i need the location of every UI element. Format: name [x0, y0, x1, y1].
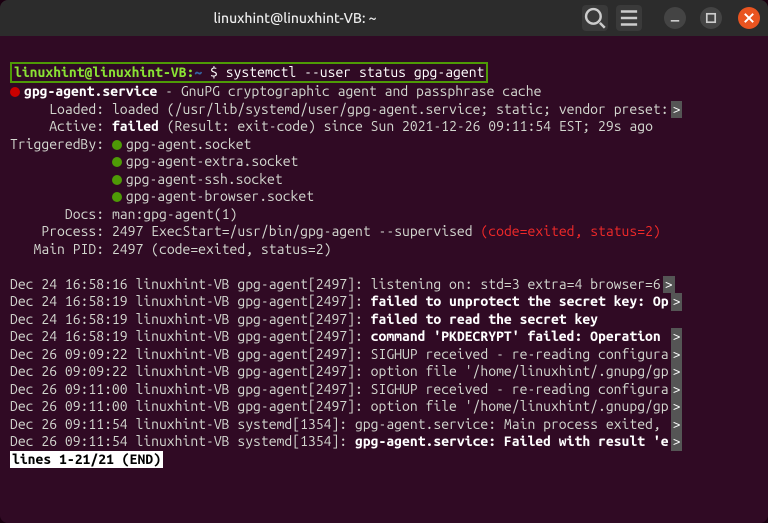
- bullet-icon: [112, 192, 122, 202]
- trigger-item: gpg-agent-extra.socket: [126, 153, 298, 169]
- log-line: Dec 24 16:58:19 linuxhint-VB gpg-agent[2…: [10, 328, 758, 346]
- bullet-icon: [112, 175, 122, 185]
- more-icon: >: [671, 433, 683, 451]
- log-line: Dec 24 16:58:19 linuxhint-VB gpg-agent[2…: [10, 293, 758, 311]
- log-line: Dec 24 16:58:19 linuxhint-VB gpg-agent[2…: [10, 311, 758, 329]
- more-icon: >: [671, 381, 683, 399]
- prompt-line: linuxhint@linuxhint-VB:~ $ systemctl --u…: [10, 62, 488, 84]
- more-icon: >: [671, 346, 683, 364]
- prompt-userhost: linuxhint@linuxhint-VB: [14, 64, 186, 80]
- active-state: failed: [112, 118, 159, 134]
- log-line: Dec 26 09:09:22 linuxhint-VB gpg-agent[2…: [10, 363, 758, 381]
- mainpid-value: 2497 (code=exited, status=2): [112, 241, 332, 257]
- log-line: Dec 26 09:09:22 linuxhint-VB gpg-agent[2…: [10, 346, 758, 364]
- trigger-item: gpg-agent-browser.socket: [126, 188, 314, 204]
- bullet-icon: [112, 157, 122, 167]
- more-icon: >: [671, 293, 683, 311]
- process-fail: (code=exited, status=2): [480, 223, 660, 239]
- menu-button[interactable]: [616, 5, 642, 31]
- status-dot-icon: [10, 87, 20, 97]
- pager-status: lines 1-21/21 (END): [10, 451, 163, 469]
- triggered-label: TriggeredBy:: [10, 136, 104, 152]
- window-title: linuxhint@linuxhint-VB: ~: [213, 10, 376, 26]
- log-line: Dec 26 09:11:00 linuxhint-VB gpg-agent[2…: [10, 398, 758, 416]
- trigger-item: gpg-agent.socket: [126, 136, 251, 152]
- loaded-label: Loaded:: [49, 101, 104, 117]
- typed-command: systemctl --user status gpg-agent: [226, 64, 485, 80]
- docs-value: man:gpg-agent(1): [112, 206, 237, 222]
- terminal-content[interactable]: linuxhint@linuxhint-VB:~ $ systemctl --u…: [0, 36, 768, 523]
- log-line: Dec 26 09:11:00 linuxhint-VB gpg-agent[2…: [10, 381, 758, 399]
- more-icon: >: [671, 101, 683, 119]
- log-line: Dec 26 09:11:54 linuxhint-VB systemd[135…: [10, 416, 758, 434]
- maximize-button[interactable]: [700, 7, 722, 29]
- active-detail: (Result: exit-code) since Sun 2021-12-26…: [167, 118, 653, 134]
- process-label: Process:: [41, 223, 104, 239]
- titlebar: linuxhint@linuxhint-VB: ~: [0, 0, 768, 36]
- log-line: Dec 24 16:58:16 linuxhint-VB gpg-agent[2…: [10, 276, 758, 294]
- docs-label: Docs:: [65, 206, 104, 222]
- terminal-window: linuxhint@linuxhint-VB: ~ linuxhint@linu…: [0, 0, 768, 523]
- unit-name: gpg-agent.service: [24, 83, 157, 99]
- close-button[interactable]: [738, 7, 760, 29]
- more-icon: >: [671, 328, 683, 346]
- mainpid-label: Main PID:: [34, 241, 105, 257]
- log-line: Dec 26 09:11:54 linuxhint-VB systemd[135…: [10, 433, 758, 451]
- process-value: 2497 ExecStart=/usr/bin/gpg-agent --supe…: [112, 223, 473, 239]
- more-icon: >: [663, 276, 675, 294]
- bullet-icon: [112, 140, 122, 150]
- unit-description: GnuPG cryptographic agent and passphrase…: [181, 83, 542, 99]
- trigger-item: gpg-agent-ssh.socket: [126, 171, 283, 187]
- search-button[interactable]: [582, 5, 608, 31]
- log-section: Dec 24 16:58:16 linuxhint-VB gpg-agent[2…: [10, 276, 758, 451]
- minimize-button[interactable]: [664, 7, 686, 29]
- more-icon: >: [671, 416, 683, 434]
- prompt-path: ~: [194, 64, 202, 80]
- active-label: Active:: [49, 118, 104, 134]
- more-icon: >: [671, 363, 683, 381]
- loaded-value: loaded (/usr/lib/systemd/user/gpg-agent.…: [112, 101, 669, 117]
- more-icon: >: [671, 398, 683, 416]
